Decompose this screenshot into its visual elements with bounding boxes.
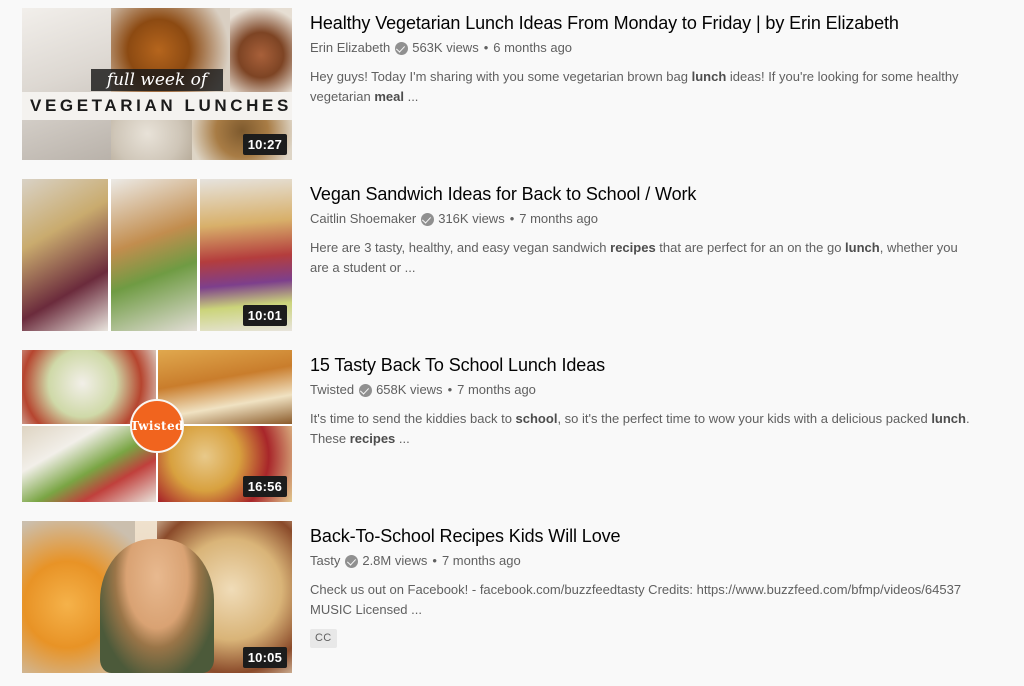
description-text: Check us out on Facebook! - facebook.com… [310, 582, 962, 617]
video-thumbnail[interactable]: 10:01 [22, 179, 292, 331]
video-description: Here are 3 tasty, healthy, and easy vega… [310, 238, 972, 277]
published-time: 7 months ago [441, 553, 521, 568]
video-title[interactable]: 15 Tasty Back To School Lunch Ideas [310, 352, 970, 378]
description-text: , so it's the perfect time to wow your k… [557, 411, 932, 426]
view-count: 2.8M views [362, 553, 428, 568]
channel-name[interactable]: Caitlin Shoemaker [310, 210, 416, 228]
duration-badge: 10:05 [242, 647, 287, 668]
description-keyword: recipes [610, 240, 656, 255]
search-result-item[interactable]: 10:01 Vegan Sandwich Ideas for Back to Sc… [22, 179, 1024, 331]
published-time: 7 months ago [457, 382, 536, 397]
video-metadata: Caitlin Shoemaker 316K views • 7 months ago [310, 210, 972, 228]
video-description: Check us out on Facebook! - facebook.com… [310, 580, 972, 619]
description-keyword: meal [374, 88, 404, 104]
description-text: ... [403, 88, 419, 104]
video-description: It's time to send the kiddies back to sc… [310, 409, 972, 448]
cc-badge: CC [310, 629, 337, 648]
search-result-item[interactable]: 10:05 Back-To-School Recipes Kids Will Lo… [22, 521, 1024, 673]
video-thumbnail[interactable]: full week of VEGETARIAN LUNCHES 10:27 [22, 8, 292, 160]
video-metadata: Erin Elizabeth 563K views • 6 months ago [310, 39, 972, 57]
video-description: Hey guys! Today I'm sharing with you som… [310, 67, 972, 106]
duration-badge: 10:01 [242, 305, 287, 326]
search-results-list: full week of VEGETARIAN LUNCHES 10:27 Healt… [0, 0, 1024, 673]
twisted-logo: Twisted [130, 399, 184, 453]
description-text: that are perfect for an on the go [655, 240, 846, 255]
verified-check-icon [421, 212, 435, 226]
result-info: Healthy Vegetarian Lunch Ideas From Mond… [292, 8, 972, 106]
result-info: 15 Tasty Back To School Lunch Ideas Twist… [292, 350, 972, 448]
duration-badge: 10:27 [242, 134, 287, 155]
description-keyword: lunch [691, 69, 727, 84]
description-text: Here are 3 tasty, healthy, and easy vega… [310, 240, 611, 255]
video-metadata: Tasty 2.8M views • 7 months ago [310, 552, 972, 570]
verified-check-icon [395, 41, 409, 55]
duration-badge: 16:56 [242, 476, 287, 497]
metadata-separator: • [509, 211, 515, 226]
verified-check-icon [345, 554, 359, 568]
description-text: It's time to send the kiddies back to [310, 411, 516, 426]
description-text: Hey guys! Today I'm sharing with you som… [310, 69, 692, 84]
verified-check-icon [359, 383, 373, 397]
description-keyword: school [515, 411, 558, 426]
badges-row: CC [310, 628, 972, 648]
video-metadata: Twisted 658K views • 7 months ago [310, 381, 972, 399]
channel-name[interactable]: Erin Elizabeth [310, 39, 390, 57]
description-keyword: lunch [931, 411, 966, 426]
metadata-separator: • [432, 553, 437, 568]
video-thumbnail[interactable]: 10:05 [22, 521, 292, 673]
metadata-separator: • [447, 382, 453, 397]
search-result-item[interactable]: Twisted 16:56 15 Tasty Back To School Lunc… [22, 350, 1024, 502]
description-keyword: lunch [845, 240, 880, 255]
published-time: 6 months ago [493, 40, 573, 55]
view-count: 316K views [438, 211, 505, 226]
published-time: 7 months ago [519, 211, 599, 226]
video-title[interactable]: Healthy Vegetarian Lunch Ideas From Mond… [310, 10, 970, 36]
metadata-separator: • [483, 40, 489, 55]
description-text: ... [395, 430, 410, 446]
video-thumbnail[interactable]: Twisted 16:56 [22, 350, 292, 502]
result-info: Vegan Sandwich Ideas for Back to School … [292, 179, 972, 277]
view-count: 658K views [376, 382, 443, 397]
result-info: Back-To-School Recipes Kids Will Love Tas… [292, 521, 972, 648]
video-title[interactable]: Back-To-School Recipes Kids Will Love [310, 523, 970, 549]
video-title[interactable]: Vegan Sandwich Ideas for Back to School … [310, 181, 970, 207]
view-count: 563K views [412, 40, 479, 55]
channel-name[interactable]: Twisted [310, 381, 354, 399]
channel-name[interactable]: Tasty [310, 552, 340, 570]
search-result-item[interactable]: full week of VEGETARIAN LUNCHES 10:27 Healt… [22, 8, 1024, 160]
description-keyword: recipes [349, 430, 396, 446]
